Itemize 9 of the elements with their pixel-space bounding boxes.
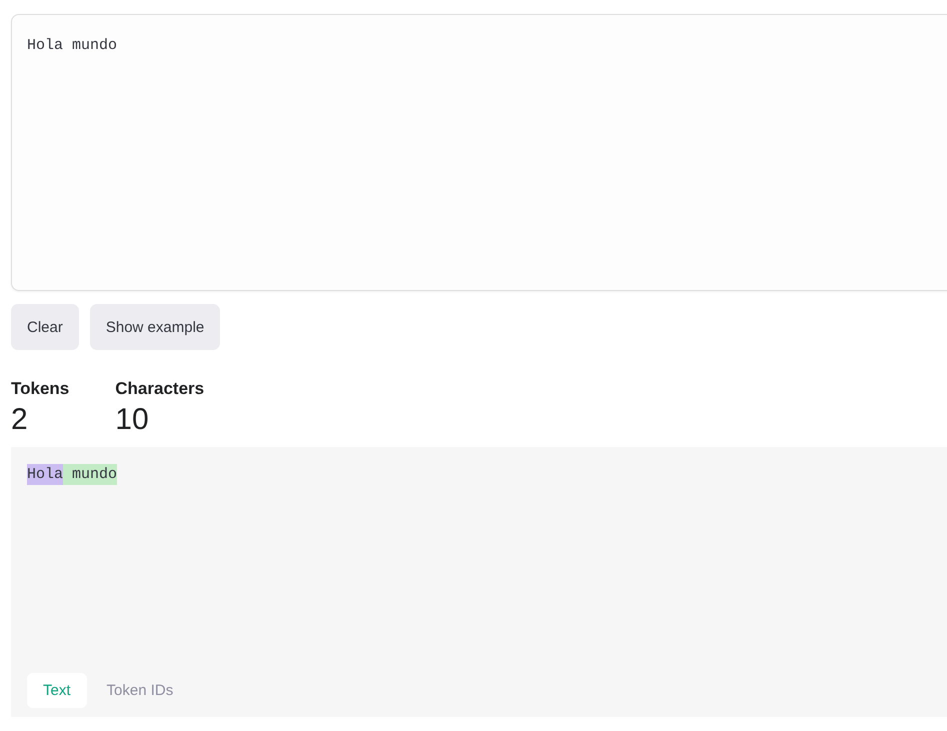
- stat-label: Tokens: [11, 379, 70, 399]
- token: Hola: [27, 464, 64, 485]
- stat-label: Characters: [115, 379, 204, 399]
- stat-value: 10: [115, 403, 150, 437]
- clear-button[interactable]: Clear: [11, 304, 79, 350]
- token: mundo: [63, 464, 118, 485]
- show-example-button[interactable]: Show example: [90, 304, 220, 350]
- stat-value: 2: [11, 403, 29, 437]
- text-input[interactable]: Hola mundo: [11, 14, 947, 291]
